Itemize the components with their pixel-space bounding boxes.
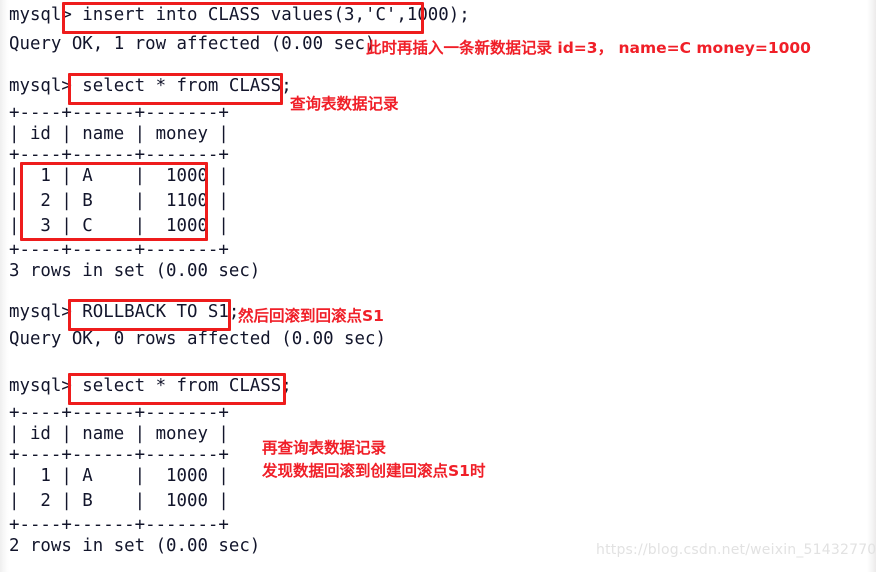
annotation-insert: 此时再插入一条新数据记录 id=3， name=C money=1000 xyxy=(366,39,811,57)
result-line-rollback: Query OK, 0 rows affected (0.00 sec) xyxy=(9,329,386,349)
watermark-text: https://blog.csdn.net/weixin_51432770 xyxy=(596,542,876,558)
window-left-edge xyxy=(0,0,9,572)
terminal-screenshot: mysql> insert into CLASS values(3,'C',10… xyxy=(0,0,876,572)
highlight-box-select-second-command xyxy=(68,373,286,405)
annotation-select-first: 查询表数据记录 xyxy=(290,95,399,113)
row-count-second: 2 rows in set (0.00 sec) xyxy=(9,536,261,556)
table-separator-top-second: +----+------+-------+ xyxy=(9,403,229,423)
highlight-box-insert-command xyxy=(62,2,424,34)
table-separator-mid-second: +----+------+-------+ xyxy=(9,445,229,465)
table-separator-bottom-second: +----+------+-------+ xyxy=(9,515,229,535)
highlight-box-first-table-rows xyxy=(20,162,208,241)
table-separator-bottom-first: +----+------+-------+ xyxy=(9,240,229,260)
table-header-first: | id | name | money | xyxy=(9,124,229,144)
table-header-second: | id | name | money | xyxy=(9,424,229,444)
highlight-box-rollback-command xyxy=(68,299,231,331)
annotation-select-second-line1: 再查询表数据记录 xyxy=(262,439,387,457)
annotation-rollback: 然后回滚到回滚点S1 xyxy=(238,307,384,325)
table-row: | 1 | A | 1000 | xyxy=(9,466,229,486)
table-separator-top-first: +----+------+-------+ xyxy=(9,103,229,123)
highlight-box-select-first-command xyxy=(68,73,283,105)
annotation-select-second-line2: 发现数据回滚到创建回滚点S1时 xyxy=(262,462,486,480)
table-row: | 2 | B | 1000 | xyxy=(9,491,229,511)
row-count-first: 3 rows in set (0.00 sec) xyxy=(9,261,261,281)
result-line-insert: Query OK, 1 row affected (0.00 sec) xyxy=(9,34,376,54)
